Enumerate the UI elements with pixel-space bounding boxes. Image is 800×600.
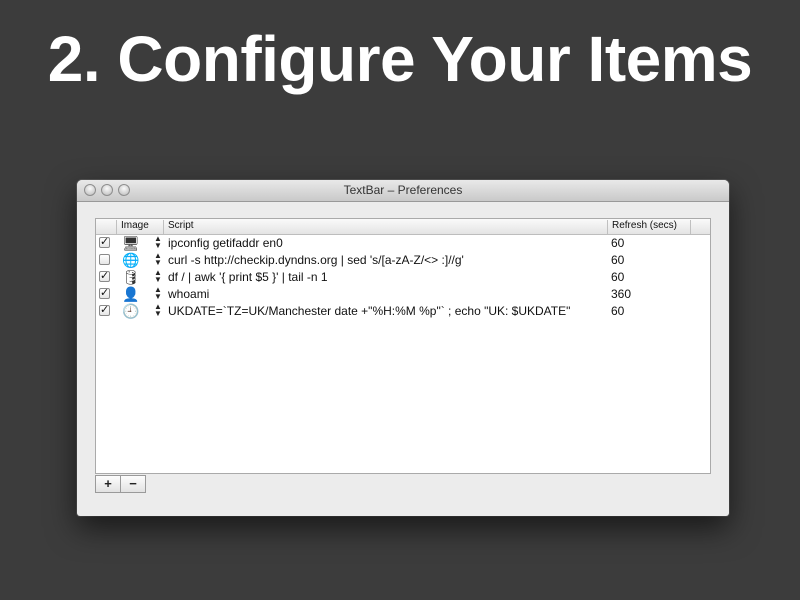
clock-icon[interactable]: 🕘	[122, 303, 139, 319]
reorder-stepper[interactable]: ▲ ▼	[154, 269, 162, 284]
column-header-refresh[interactable]: Refresh (secs)	[607, 220, 691, 234]
preferences-window: TextBar – Preferences Image Script Refre…	[77, 180, 729, 516]
refresh-cell[interactable]: 60	[611, 236, 624, 250]
column-header-spacer	[690, 220, 710, 234]
refresh-cell[interactable]: 60	[611, 270, 624, 284]
script-cell[interactable]: UKDATE=`TZ=UK/Manchester date +"%H:%M %p…	[168, 304, 570, 318]
items-table: Image Script Refresh (secs) ✓ 🖥 ▲ ▼ ipcon…	[95, 218, 711, 474]
enabled-checkbox[interactable]: ✓	[99, 305, 110, 316]
enabled-checkbox[interactable]: ✓	[99, 288, 110, 299]
table-row[interactable]: ✓ 👤 ▲ ▼ whoami 360	[96, 286, 710, 303]
script-cell[interactable]: ipconfig getifaddr en0	[168, 236, 283, 250]
table-row[interactable]: ✓ 🕘 ▲ ▼ UKDATE=`TZ=UK/Manchester date +"%…	[96, 303, 710, 320]
column-header-enabled[interactable]	[96, 220, 117, 234]
disk-icon[interactable]: 🛢	[122, 269, 140, 285]
enabled-checkbox[interactable]: ✓	[99, 237, 110, 248]
enabled-checkbox[interactable]: ✓	[99, 271, 110, 282]
globe-icon[interactable]: 🌐	[122, 252, 139, 268]
refresh-cell[interactable]: 60	[611, 304, 624, 318]
enabled-checkbox[interactable]	[99, 254, 110, 265]
reorder-stepper[interactable]: ▲ ▼	[154, 303, 162, 318]
table-row[interactable]: ✓ 🖥 ▲ ▼ ipconfig getifaddr en0 60	[96, 235, 710, 252]
table-rows: ✓ 🖥 ▲ ▼ ipconfig getifaddr en0 60 🌐 ▲ ▼ cu…	[96, 235, 710, 320]
monitor-icon[interactable]: 🖥	[122, 235, 140, 251]
reorder-stepper[interactable]: ▲ ▼	[154, 235, 162, 250]
table-row[interactable]: 🌐 ▲ ▼ curl -s http://checkip.dyndns.org |…	[96, 252, 710, 269]
refresh-cell[interactable]: 60	[611, 253, 624, 267]
script-cell[interactable]: df / | awk '{ print $5 }' | tail -n 1	[168, 270, 328, 284]
column-header-image[interactable]: Image	[116, 220, 163, 234]
column-header-script[interactable]: Script	[163, 220, 608, 234]
remove-item-button[interactable]: −	[120, 475, 146, 493]
refresh-cell[interactable]: 360	[611, 287, 631, 301]
slide-title: 2. Configure Your Items	[47, 23, 753, 95]
table-row[interactable]: ✓ 🛢 ▲ ▼ df / | awk '{ print $5 }' | tail …	[96, 269, 710, 286]
reorder-stepper[interactable]: ▲ ▼	[154, 252, 162, 267]
add-item-button[interactable]: +	[95, 475, 121, 493]
window-titlebar[interactable]: TextBar – Preferences	[77, 180, 729, 202]
reorder-stepper[interactable]: ▲ ▼	[154, 286, 162, 301]
table-header: Image Script Refresh (secs)	[96, 219, 710, 235]
user-icon[interactable]: 👤	[122, 286, 139, 302]
script-cell[interactable]: curl -s http://checkip.dyndns.org | sed …	[168, 253, 464, 267]
window-title: TextBar – Preferences	[343, 183, 463, 197]
script-cell[interactable]: whoami	[168, 287, 209, 301]
